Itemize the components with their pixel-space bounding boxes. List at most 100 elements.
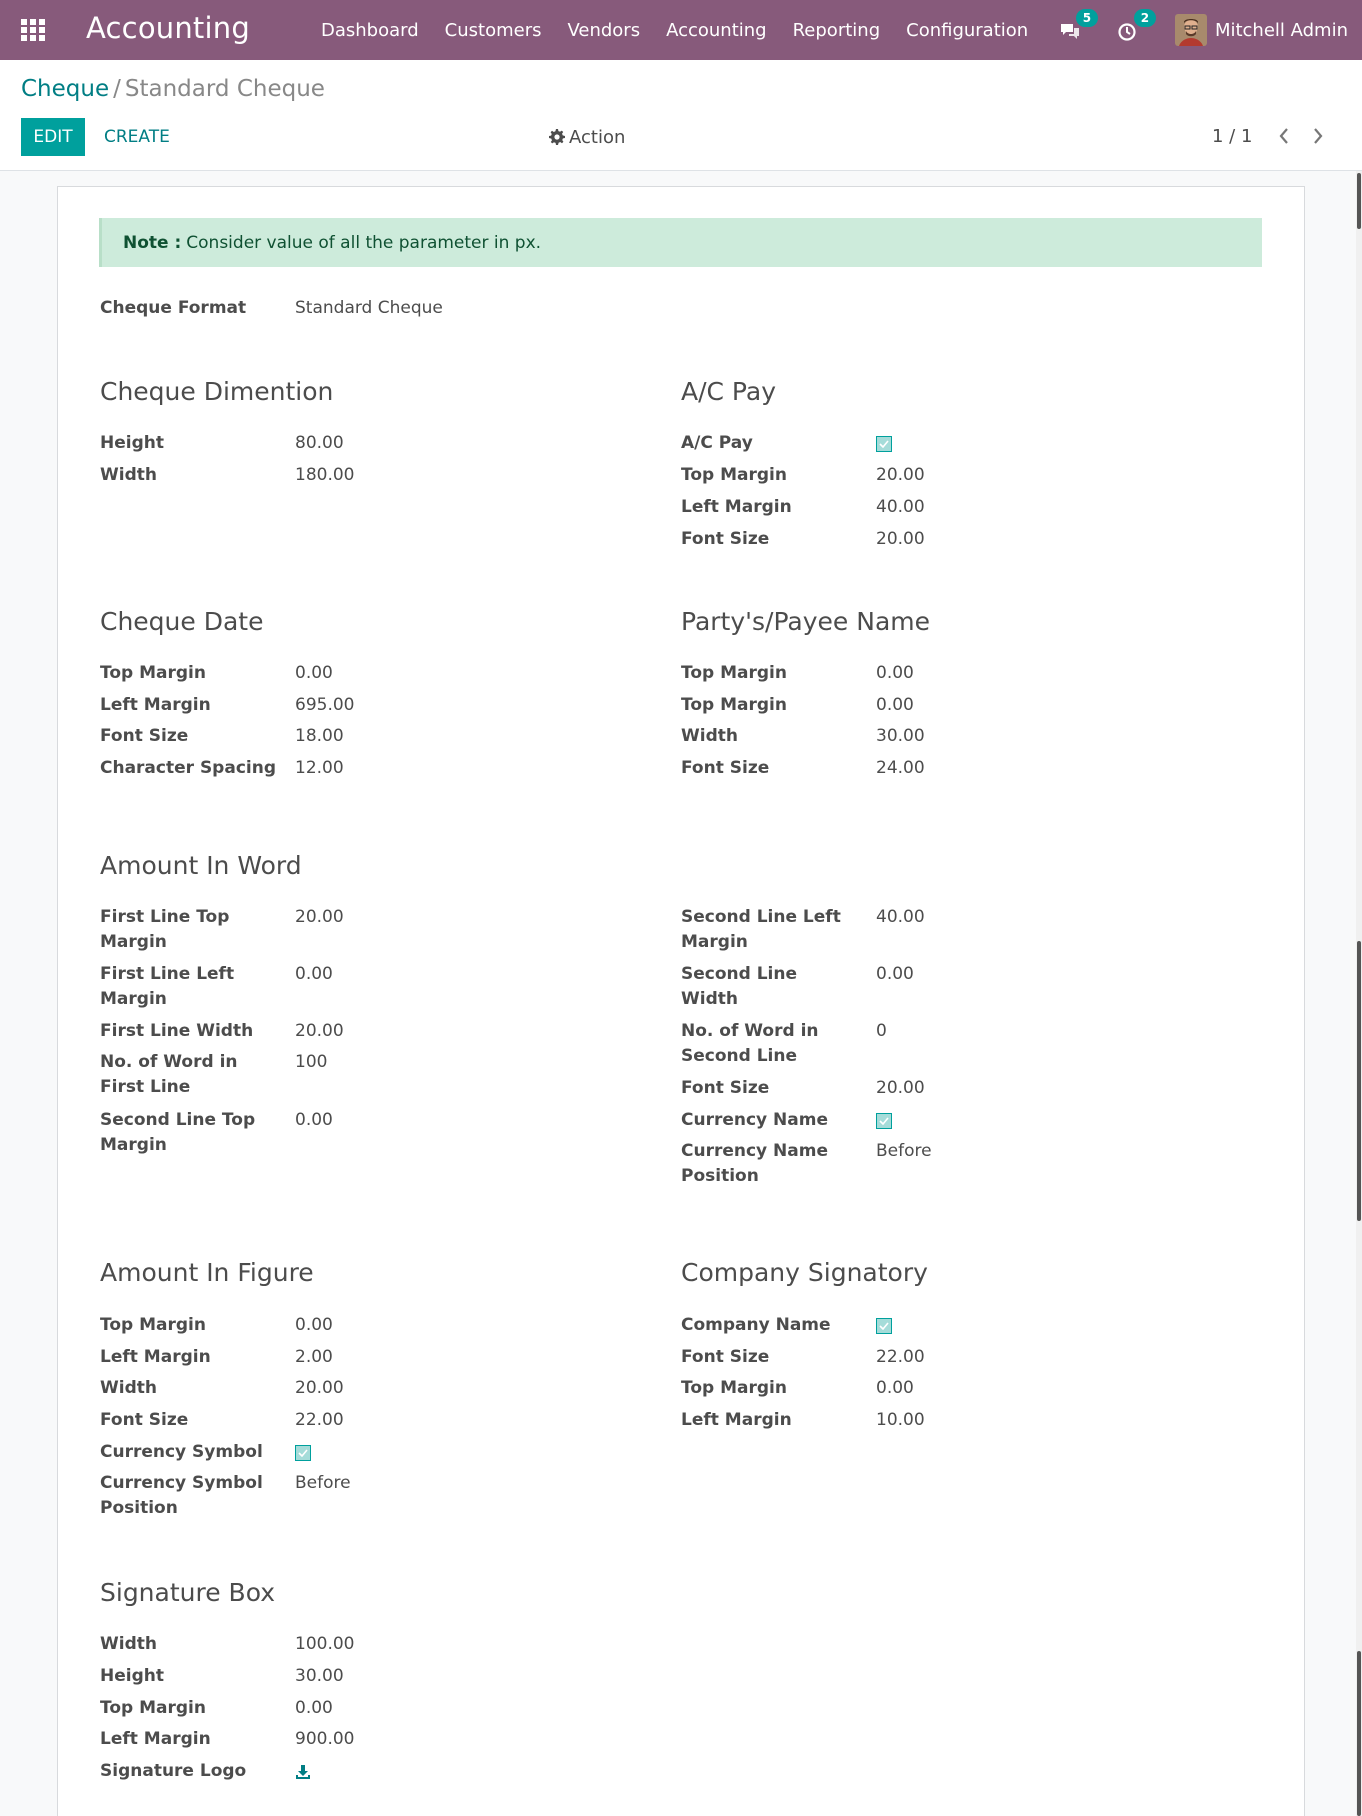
company-name-checkbox[interactable] — [876, 1318, 892, 1334]
date-top-margin-label: Top Margin — [100, 663, 206, 683]
action-dropdown[interactable]: Action — [549, 118, 625, 156]
apps-menu-icon[interactable] — [21, 19, 45, 41]
user-menu[interactable]: Mitchell Admin — [1174, 14, 1348, 46]
main-menu: Dashboard Customers Vendors Accounting R… — [308, 0, 1041, 60]
payee-top-margin-2-label: Top Margin — [681, 695, 787, 715]
breadcrumb-cheque-link[interactable]: Cheque — [21, 76, 109, 102]
dimension-height-value: 80.00 — [295, 433, 344, 453]
word-first-line-width-label: First Line Width — [100, 1021, 254, 1041]
messages-badge: 5 — [1075, 9, 1098, 27]
ac-pay-checkbox[interactable] — [876, 436, 892, 452]
word-second-line-width-value: 0.00 — [876, 964, 914, 984]
user-name: Mitchell Admin — [1214, 19, 1348, 41]
payee-top-margin-label: Top Margin — [681, 663, 787, 683]
ac-pay-top-margin-label: Top Margin — [681, 465, 787, 485]
payee-width-label: Width — [681, 726, 738, 746]
menu-item-vendors[interactable]: Vendors — [554, 20, 653, 41]
word-second-line-width-label: Second Line Width — [681, 964, 798, 1009]
sigbox-top-margin-label: Top Margin — [100, 1698, 206, 1718]
figure-currency-symbol-position-value: Before — [295, 1473, 351, 1493]
figure-width-label: Width — [100, 1378, 157, 1398]
figure-left-margin-label: Left Margin — [100, 1347, 211, 1367]
payee-top-margin-2-value: 0.00 — [876, 695, 914, 715]
word-no-of-word-first-line-value: 100 — [295, 1052, 328, 1072]
gear-icon — [549, 129, 565, 145]
scrollbar-thumb-lower[interactable] — [1357, 1651, 1361, 1816]
app-title[interactable]: Accounting — [86, 11, 250, 45]
ac-pay-left-margin-value: 40.00 — [876, 497, 925, 517]
control-panel: Cheque / Standard Cheque EDIT CREATE Actio… — [0, 60, 1362, 171]
scrollbar[interactable] — [1356, 171, 1362, 1816]
word-currency-name-label: Currency Name — [681, 1110, 828, 1130]
scrollbar-thumb-secondary[interactable] — [1357, 941, 1361, 1221]
ac-pay-font-size-label: Font Size — [681, 529, 770, 549]
signatory-font-size-value: 22.00 — [876, 1347, 925, 1367]
figure-left-margin-value: 2.00 — [295, 1347, 333, 1367]
group-title-amount-figure: Amount In Figure — [100, 1258, 314, 1287]
figure-font-size-value: 22.00 — [295, 1410, 344, 1430]
messages-icon[interactable]: 5 — [1059, 9, 1098, 42]
group-title-date: Cheque Date — [100, 607, 264, 636]
create-button[interactable]: CREATE — [96, 118, 178, 156]
action-label: Action — [569, 126, 626, 148]
sigbox-width-value: 100.00 — [295, 1634, 355, 1654]
top-navbar: Accounting Dashboard Customers Vendors A… — [0, 0, 1362, 60]
currency-name-checkbox[interactable] — [876, 1113, 892, 1129]
sigbox-top-margin-value: 0.00 — [295, 1698, 333, 1718]
date-font-size-value: 18.00 — [295, 726, 344, 746]
word-no-of-word-first-line-label: No. of Word in First Line — [100, 1052, 238, 1097]
figure-top-margin-value: 0.00 — [295, 1315, 333, 1335]
activities-icon[interactable]: 2 — [1117, 9, 1156, 42]
sigbox-height-label: Height — [100, 1666, 164, 1686]
dimension-height-label: Height — [100, 433, 164, 453]
form-sheet: Note : Consider value of all the paramet… — [57, 186, 1305, 1816]
menu-item-dashboard[interactable]: Dashboard — [308, 20, 432, 41]
scrollbar-thumb[interactable] — [1357, 173, 1361, 229]
signatory-top-margin-label: Top Margin — [681, 1378, 787, 1398]
dimension-width-label: Width — [100, 465, 157, 485]
signatory-left-margin-value: 10.00 — [876, 1410, 925, 1430]
edit-button[interactable]: EDIT — [21, 118, 85, 156]
word-first-line-top-margin-value: 20.00 — [295, 907, 344, 927]
word-font-size-value: 20.00 — [876, 1078, 925, 1098]
group-title-amount-word: Amount In Word — [100, 851, 302, 880]
activities-badge: 2 — [1133, 9, 1156, 27]
word-no-of-word-second-line-value: 0 — [876, 1021, 887, 1041]
date-character-spacing-value: 12.00 — [295, 758, 344, 778]
word-first-line-top-margin-label: First Line Top Margin — [100, 907, 230, 952]
cheque-format-label: Cheque Format — [100, 298, 247, 318]
word-second-line-top-margin-label: Second Line Top Margin — [100, 1110, 256, 1155]
group-title-payee: Party's/Payee Name — [681, 607, 930, 636]
group-title-signatory: Company Signatory — [681, 1258, 928, 1287]
note-text: Consider value of all the parameter in p… — [186, 232, 542, 253]
pager-value[interactable]: 1 / 1 — [1212, 126, 1252, 147]
word-currency-name-position-label: Currency Name Position — [681, 1141, 828, 1186]
date-character-spacing-label: Character Spacing — [100, 758, 277, 778]
breadcrumb: Cheque / Standard Cheque — [21, 76, 325, 102]
word-first-line-left-margin-label: First Line Left Margin — [100, 964, 235, 1009]
group-title-ac-pay: A/C Pay — [681, 377, 776, 406]
menu-item-configuration[interactable]: Configuration — [893, 20, 1041, 41]
signatory-left-margin-label: Left Margin — [681, 1410, 792, 1430]
signatory-company-name-label: Company Name — [681, 1315, 831, 1335]
pager-previous-icon[interactable] — [1277, 126, 1291, 150]
currency-symbol-checkbox[interactable] — [295, 1445, 311, 1461]
payee-top-margin-value: 0.00 — [876, 663, 914, 683]
menu-item-reporting[interactable]: Reporting — [780, 20, 894, 41]
group-title-signature-box: Signature Box — [100, 1578, 276, 1607]
sigbox-width-label: Width — [100, 1634, 157, 1654]
figure-currency-symbol-position-label: Currency Symbol Position — [100, 1473, 263, 1518]
word-first-line-width-value: 20.00 — [295, 1021, 344, 1041]
menu-item-customers[interactable]: Customers — [432, 20, 555, 41]
note-label: Note : — [123, 232, 182, 253]
sigbox-signature-logo-label: Signature Logo — [100, 1761, 247, 1781]
word-second-line-left-margin-value: 40.00 — [876, 907, 925, 927]
menu-item-accounting[interactable]: Accounting — [653, 20, 780, 41]
sigbox-left-margin-label: Left Margin — [100, 1729, 211, 1749]
ac-pay-font-size-value: 20.00 — [876, 529, 925, 549]
download-icon[interactable] — [295, 1764, 311, 1784]
ac-pay-left-margin-label: Left Margin — [681, 497, 792, 517]
word-first-line-left-margin-value: 0.00 — [295, 964, 333, 984]
word-second-line-left-margin-label: Second Line Left Margin — [681, 907, 841, 952]
pager-next-icon[interactable] — [1311, 126, 1325, 150]
